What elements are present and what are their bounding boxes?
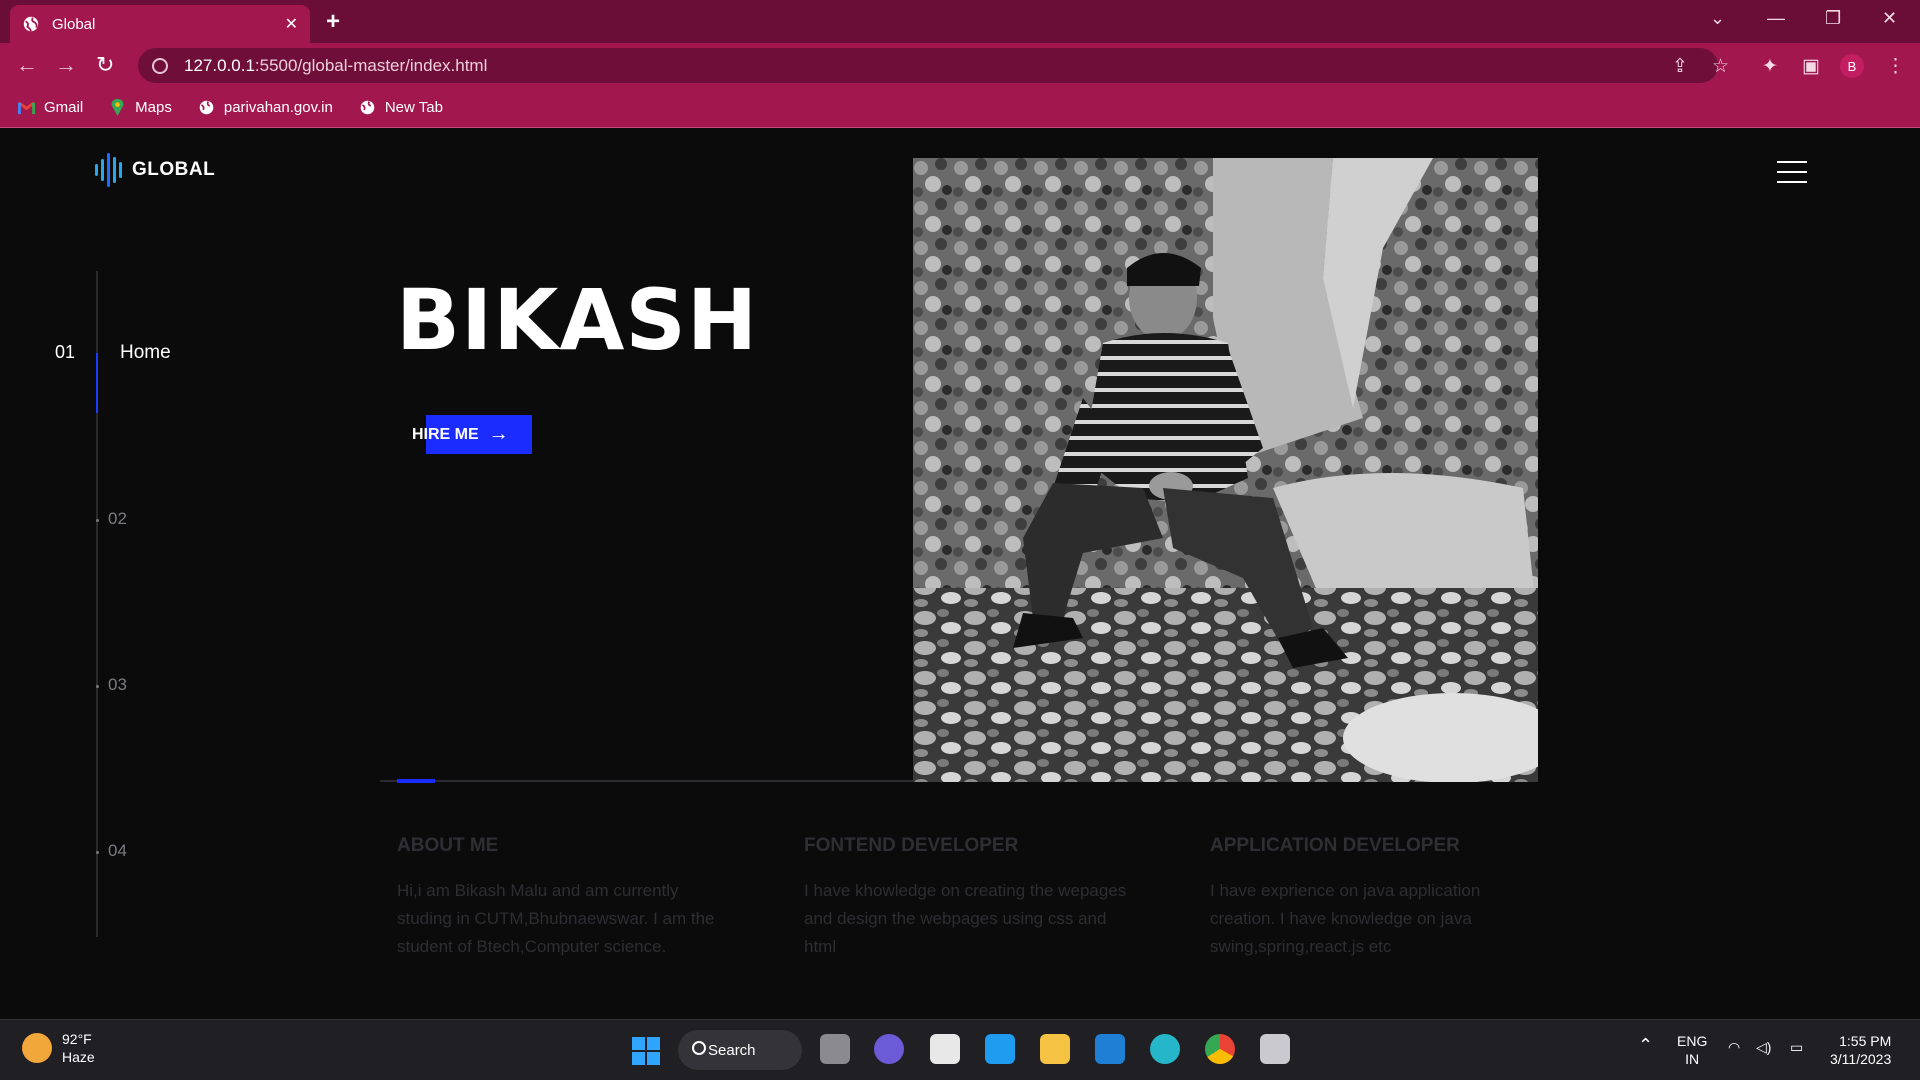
show-hidden-icons-icon[interactable]: ⌃	[1638, 1036, 1653, 1054]
reload-icon[interactable]: ↻	[96, 52, 114, 78]
hire-me-button[interactable]: HIRE ME →	[412, 415, 532, 454]
page-nav-item-03[interactable]: 03	[108, 675, 127, 695]
bookmark-star-icon[interactable]: ☆	[1712, 55, 1729, 78]
chrome-icon[interactable]	[1205, 1034, 1235, 1064]
browser-tab[interactable]: Global ✕	[10, 5, 310, 43]
bookmark-gmail[interactable]: Gmail	[18, 99, 83, 116]
side-panel-icon[interactable]: ▣	[1802, 55, 1820, 78]
weather-widget[interactable]: 92°F Haze	[22, 1030, 95, 1066]
weather-desc: Haze	[62, 1049, 95, 1065]
taskbar-search-label: Search	[708, 1041, 756, 1059]
extensions-icon[interactable]: ✦	[1762, 55, 1778, 78]
profile-avatar[interactable]: B	[1840, 54, 1864, 78]
sound-wave-icon	[95, 153, 122, 187]
address-bar[interactable]: 127.0.0.1:5500/global-master/index.html	[138, 48, 1718, 83]
hire-me-label: HIRE ME	[412, 425, 479, 443]
page-nav-active-label[interactable]: Home	[120, 342, 171, 364]
file-explorer-icon[interactable]	[1040, 1034, 1070, 1064]
language-indicator[interactable]: ENG IN	[1677, 1032, 1707, 1068]
close-tab-icon[interactable]: ✕	[285, 14, 298, 34]
l-app-icon[interactable]	[985, 1034, 1015, 1064]
hero-title: BIKASH	[396, 271, 759, 369]
start-button-icon[interactable]	[632, 1037, 660, 1065]
gmail-icon	[18, 101, 35, 115]
section-title: FONTEND DEVELOPER	[804, 835, 1019, 856]
slider-progress-fill	[397, 779, 435, 783]
battery-icon[interactable]: ▭	[1790, 1038, 1803, 1056]
canva-icon[interactable]	[1150, 1034, 1180, 1064]
page-nav-item-04[interactable]: 04	[108, 841, 127, 861]
forward-icon[interactable]: →	[55, 52, 77, 78]
about-me-section: ABOUT ME Hi,i am Bikash Malu and am curr…	[397, 835, 727, 961]
url-path: :5500/global-master/index.html	[254, 55, 488, 75]
bookmarks-bar: Gmail Maps parivahan.gov.in New Tab	[0, 88, 1920, 128]
web-page: GLOBAL 01 Home 02 03 04 BIKASH HIRE ME →	[0, 129, 1920, 1019]
hamburger-menu-icon[interactable]	[1777, 161, 1807, 183]
browser-toolbar: ← → ↻ 127.0.0.1:5500/global-master/index…	[0, 43, 1920, 88]
share-icon[interactable]: ⇪	[1672, 55, 1688, 78]
site-logo[interactable]: GLOBAL	[95, 153, 215, 187]
maps-pin-icon	[111, 99, 124, 116]
back-icon[interactable]: ←	[16, 52, 38, 78]
minimize-icon[interactable]: —	[1767, 8, 1785, 29]
new-tab-icon[interactable]: +	[326, 8, 340, 36]
tab-search-icon[interactable]: ⌄	[1710, 8, 1725, 29]
section-text: I have khowledge on creating the wepages…	[804, 881, 1127, 956]
weather-temp: 92°F	[62, 1031, 92, 1047]
snipping-tool-icon[interactable]	[1260, 1034, 1290, 1064]
browser-tab-strip: Global ✕ + ⌄ — ❐ ✕	[0, 0, 1920, 43]
volume-icon[interactable]: ◁)	[1756, 1038, 1771, 1056]
page-nav-dot	[96, 519, 99, 522]
system-clock[interactable]: 1:55 PM 3/11/2023	[1830, 1032, 1891, 1068]
hero-photo	[913, 158, 1538, 782]
globe-icon	[199, 100, 214, 115]
bookmark-maps[interactable]: Maps	[109, 99, 172, 116]
section-text: I have exprience on java application cre…	[1210, 881, 1481, 956]
site-info-icon[interactable]	[152, 57, 168, 74]
menu-kebab-icon[interactable]: ⋮	[1886, 55, 1905, 78]
arrow-right-icon: →	[488, 423, 509, 445]
url-host: 127.0.0.1	[184, 55, 255, 75]
frontend-developer-section: FONTEND DEVELOPER I have khowledge on cr…	[804, 835, 1134, 961]
wifi-icon[interactable]: ◠	[1728, 1038, 1740, 1056]
microsoft-store-icon[interactable]	[930, 1034, 960, 1064]
page-nav-dot	[96, 685, 99, 688]
section-title: APPLICATION DEVELOPER	[1210, 835, 1460, 856]
haze-sun-icon	[22, 1033, 52, 1063]
close-window-icon[interactable]: ✕	[1882, 8, 1897, 29]
application-developer-section: APPLICATION DEVELOPER I have exprience o…	[1210, 835, 1540, 961]
bookmark-parivahan[interactable]: parivahan.gov.in	[198, 99, 333, 116]
slider-progress-track	[380, 780, 914, 782]
restore-icon[interactable]: ❐	[1825, 8, 1841, 29]
vscode-icon[interactable]	[1095, 1034, 1125, 1064]
globe-icon	[23, 16, 39, 32]
task-view-icon[interactable]	[820, 1034, 850, 1064]
page-nav-active-number[interactable]: 01	[55, 342, 75, 363]
tab-title: Global	[52, 15, 96, 33]
page-nav-item-02[interactable]: 02	[108, 509, 127, 529]
page-nav-dot	[96, 851, 99, 854]
section-text: Hi,i am Bikash Malu and am currently stu…	[397, 881, 715, 956]
logo-text: GLOBAL	[132, 159, 216, 180]
search-icon	[692, 1041, 706, 1055]
bookmark-new-tab[interactable]: New Tab	[359, 99, 443, 116]
windows-taskbar: 92°F Haze Search ⌃ ENG IN ◠ ◁) ▭ 1:55 PM…	[0, 1019, 1920, 1080]
taskbar-search[interactable]: Search	[678, 1030, 802, 1070]
globe-icon	[360, 100, 375, 115]
page-nav-active-indicator	[96, 353, 98, 413]
section-title: ABOUT ME	[397, 835, 499, 856]
chat-icon[interactable]	[874, 1034, 904, 1064]
